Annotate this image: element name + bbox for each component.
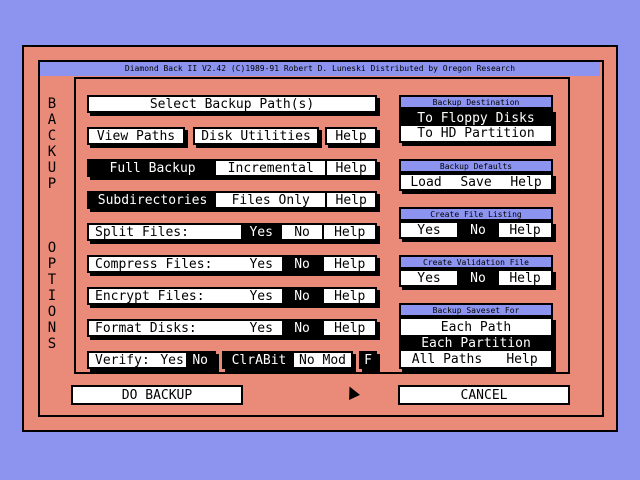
defaults-help-button[interactable]: Help [501,175,551,190]
format-disks-help[interactable]: Help [322,321,375,336]
validation-file-yes[interactable]: Yes [401,271,457,286]
split-files-yes[interactable]: Yes [240,225,282,240]
backup-destination-header: Backup Destination [399,95,553,109]
backup-defaults-header: Backup Defaults [399,159,553,173]
format-disks-yes[interactable]: Yes [241,321,282,336]
encrypt-files-yes[interactable]: Yes [241,289,282,304]
backup-defaults-group: Load Save Help [399,173,553,191]
clrabit-option[interactable]: ClrABit [224,353,294,368]
verify-no[interactable]: No [186,353,214,368]
saveset-bottom-row: All Paths Help [401,351,551,367]
encrypt-files-row: Encrypt Files: Yes No Help [87,287,377,305]
split-files-help[interactable]: Help [322,225,375,240]
each-partition-option[interactable]: Each Partition [401,335,551,351]
encrypt-files-help[interactable]: Help [322,289,375,304]
all-paths-option[interactable]: All Paths [401,351,493,367]
compress-files-yes[interactable]: Yes [241,257,282,272]
split-files-label: Split Files: [95,224,189,240]
f-toggle-label: F [364,352,372,368]
create-validation-file-group: Yes No Help [399,269,553,287]
save-defaults-button[interactable]: Save [451,175,501,190]
validation-file-help[interactable]: Help [499,271,551,286]
app-title-bar: Diamond Back II V2.42 (C)1989-91 Robert … [40,62,600,76]
side-label-options: OPT ION S [47,240,57,352]
f-toggle[interactable]: F [359,351,377,369]
view-paths-button[interactable]: View Paths [87,127,185,145]
format-disks-row: Format Disks: Yes No Help [87,319,377,337]
verify-row: Verify: Yes No [87,351,216,369]
split-files-row: Split Files: Yes No Help [87,223,377,241]
create-validation-file-header: Create Validation File [399,255,553,269]
file-listing-help[interactable]: Help [499,223,551,238]
each-path-option[interactable]: Each Path [401,319,551,335]
disk-utilities-label: Disk Utilities [201,128,311,144]
file-listing-no[interactable]: No [457,223,499,238]
create-file-listing-header: Create File Listing [399,207,553,221]
validation-file-no[interactable]: No [457,271,499,286]
cancel-button[interactable]: CANCEL [398,385,570,405]
side-label-backup: BAC KUP [47,96,57,192]
select-backup-path-label: Select Backup Path(s) [149,96,315,112]
file-listing-yes[interactable]: Yes [401,223,457,238]
load-defaults-button[interactable]: Load [401,175,451,190]
paths-help-button[interactable]: Help [325,127,377,145]
select-backup-path-button[interactable]: Select Backup Path(s) [87,95,377,113]
encrypt-files-label: Encrypt Files: [95,288,205,304]
compress-files-row: Compress Files: Yes No Help [87,255,377,273]
backup-saveset-header: Backup Saveset For [399,303,553,317]
to-floppy-disks-option[interactable]: To Floppy Disks [401,111,551,126]
disk-utilities-button[interactable]: Disk Utilities [193,127,319,145]
format-disks-label: Format Disks: [95,320,197,336]
backup-saveset-group: Each Path Each Partition All Paths Help [399,317,553,369]
compress-files-no[interactable]: No [281,257,323,272]
compress-files-help[interactable]: Help [322,257,375,272]
do-backup-button[interactable]: DO BACKUP [71,385,243,405]
subdir-help[interactable]: Help [325,193,375,208]
subdir-row: Subdirectories Files Only Help [87,191,377,209]
paths-help-label: Help [335,128,367,144]
backup-destination-group: To Floppy Disks To HD Partition [399,109,553,143]
cancel-label: CANCEL [460,387,508,403]
incremental-option[interactable]: Incremental [216,161,325,176]
subdirectories-option[interactable]: Subdirectories [89,193,217,208]
encrypt-files-no[interactable]: No [281,289,323,304]
backup-type-help[interactable]: Help [325,161,375,176]
saveset-help[interactable]: Help [493,351,551,367]
files-only-option[interactable]: Files Only [216,193,325,208]
to-hd-partition-option[interactable]: To HD Partition [401,126,551,141]
verify-label: Verify: [95,352,150,368]
split-files-no[interactable]: No [282,225,323,240]
compress-files-label: Compress Files: [95,256,213,272]
verify-yes[interactable]: Yes [158,353,187,368]
format-disks-no[interactable]: No [281,321,323,336]
backup-type-row: Full Backup Incremental Help [87,159,377,177]
create-file-listing-group: Yes No Help [399,221,553,239]
full-backup-option[interactable]: Full Backup [89,161,217,176]
no-mod-option[interactable]: No Mod [294,353,351,368]
clrabit-row: ClrABit No Mod [222,351,353,369]
do-backup-label: DO BACKUP [121,387,193,403]
view-paths-label: View Paths [96,128,176,144]
